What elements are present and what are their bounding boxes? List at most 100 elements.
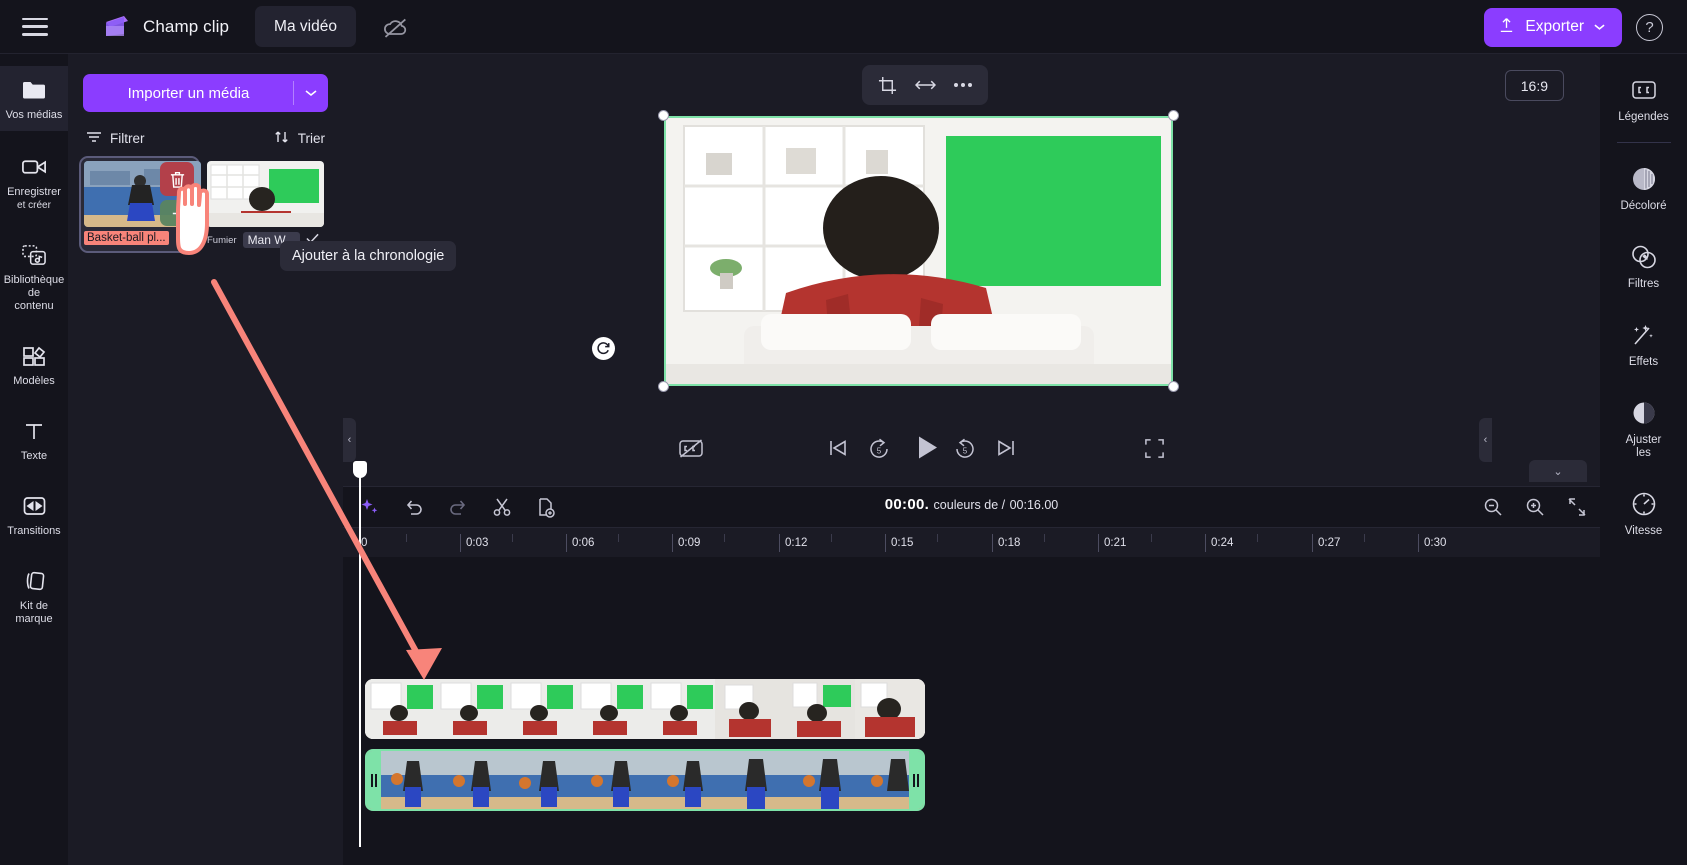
- media-item-basketball[interactable]: Basket-ball pl...: [79, 156, 201, 253]
- filter-button[interactable]: Filtrer: [86, 130, 145, 147]
- project-name-tab[interactable]: Ma vidéo: [255, 6, 356, 47]
- zoom-out-icon[interactable]: [1480, 494, 1506, 520]
- timeline-expand-handle[interactable]: ⌄: [1529, 460, 1587, 482]
- clip-trim-handle-left[interactable]: [367, 751, 381, 809]
- right-properties-rail: Légendes Décoloré Filtres Effets Ajuster…: [1600, 54, 1687, 865]
- redo-icon[interactable]: [445, 494, 471, 520]
- ruler-tick: 0:12: [779, 534, 807, 552]
- fit-timeline-icon[interactable]: [1564, 494, 1590, 520]
- media-item-name: Basket-ball pl...: [84, 231, 195, 248]
- export-button[interactable]: Exporter: [1484, 7, 1622, 47]
- hamburger-icon[interactable]: [22, 17, 48, 36]
- ruler-tick-minor: [1151, 534, 1157, 542]
- timeline-playhead[interactable]: [353, 461, 367, 847]
- resize-handle-bottom-left[interactable]: [658, 381, 669, 392]
- chevron-down-icon[interactable]: [294, 74, 328, 112]
- ruler-tick: 0:27: [1312, 534, 1340, 552]
- more-horizontal-icon[interactable]: [946, 70, 980, 100]
- duplicate-icon[interactable]: [533, 494, 559, 520]
- right-item-vitesse[interactable]: Vitesse: [1600, 480, 1687, 548]
- crop-icon[interactable]: [870, 70, 904, 100]
- video-preview[interactable]: [658, 110, 1179, 392]
- ruler-tick: 0:03: [460, 534, 488, 552]
- templates-icon: [21, 343, 47, 369]
- content-library-icon: [21, 242, 48, 268]
- jump-to-start-button[interactable]: [823, 434, 853, 462]
- sidebar-item-modeles[interactable]: Modèles: [0, 332, 68, 397]
- rotate-icon[interactable]: [592, 337, 615, 360]
- resize-handle-top-right[interactable]: [1168, 110, 1179, 121]
- right-item-legendes[interactable]: Légendes: [1600, 66, 1687, 134]
- forward-5-seconds-button[interactable]: 5: [950, 434, 980, 462]
- ruler-tick: 0:06: [566, 534, 594, 552]
- collapse-left-panel-button[interactable]: ‹: [343, 418, 356, 462]
- top-bar: Champ clip Ma vidéo Exporter ?: [0, 0, 1687, 54]
- media-item-man-watching[interactable]: Fumier Man W...: [207, 161, 324, 248]
- timeline-clip-green-screen[interactable]: [365, 679, 925, 739]
- captions-off-icon[interactable]: [675, 434, 707, 462]
- ruler-tick: 0: [361, 537, 368, 549]
- right-item-decolore[interactable]: Décoloré: [1600, 155, 1687, 223]
- undo-icon[interactable]: [401, 494, 427, 520]
- sidebar-item-bibliotheque-de-contenu[interactable]: Bibliothèque de contenu: [0, 231, 68, 322]
- collapse-right-panel-button[interactable]: ‹: [1479, 418, 1492, 462]
- right-label-filtres: Filtres: [1627, 278, 1660, 290]
- plus-icon[interactable]: [160, 200, 194, 226]
- upload-icon: [1498, 16, 1515, 39]
- trash-icon[interactable]: [160, 162, 194, 196]
- timeline-ruler[interactable]: 0 0:03 0:06 0:09 0:12 0:15 0:18 0:21 0:2…: [343, 527, 1600, 557]
- filter-label: Filtrer: [110, 131, 145, 146]
- resize-handle-bottom-right[interactable]: [1168, 381, 1179, 392]
- scissors-icon[interactable]: [489, 494, 515, 520]
- sort-button[interactable]: Trier: [274, 130, 325, 147]
- folder-icon: [21, 77, 47, 103]
- right-label-effets: Effets: [1628, 356, 1659, 368]
- right-label-decolore: Décoloré: [1620, 200, 1667, 212]
- right-item-ajuster-les[interactable]: Ajuster les: [1600, 389, 1687, 470]
- timeline-time-readout: 00:00. couleurs de / 00:16.00: [343, 496, 1600, 514]
- zoom-in-icon[interactable]: [1522, 494, 1548, 520]
- play-button[interactable]: [910, 430, 946, 464]
- sidebar-item-kit-de-marque[interactable]: Kit de marque: [0, 557, 68, 635]
- captions-cc-icon: [1631, 76, 1657, 104]
- text-icon: [23, 418, 45, 444]
- jump-to-end-button[interactable]: [991, 434, 1021, 462]
- timeline-clip-basketball[interactable]: [365, 749, 925, 811]
- playhead-knob[interactable]: [353, 461, 367, 478]
- resize-handle-top-left[interactable]: [658, 110, 669, 121]
- media-grid: Basket-ball pl... Fumier Man W...: [68, 147, 343, 253]
- clip-filmstrip: [367, 751, 923, 809]
- brand-kit-icon: [22, 568, 47, 594]
- adjust-contrast-icon: [1631, 399, 1657, 427]
- video-frame: [664, 116, 1173, 386]
- rewind-5-seconds-button[interactable]: 5: [864, 434, 894, 462]
- preview-stage: 16:9 5 5: [343, 54, 1600, 486]
- clip-trim-handle-right[interactable]: [909, 751, 923, 809]
- ruler-tick-minor: [406, 534, 412, 542]
- fullscreen-icon[interactable]: [1139, 434, 1169, 462]
- cloud-off-icon[interactable]: [382, 13, 410, 41]
- help-circle-icon[interactable]: ?: [1636, 13, 1663, 41]
- ruler-tick: 0:21: [1098, 534, 1126, 552]
- sidebar-item-transitions[interactable]: Transitions: [0, 482, 68, 547]
- right-item-filtres[interactable]: Filtres: [1600, 233, 1687, 301]
- preview-floating-toolbar: [862, 65, 988, 105]
- ruler-tick-minor: [512, 534, 518, 542]
- sidebar-item-enregistrer-et-creer[interactable]: Enregistrer et créer: [0, 143, 68, 221]
- sidebar-item-texte[interactable]: Texte: [0, 407, 68, 472]
- rail-divider: [1616, 142, 1671, 143]
- current-time: 00:00.: [884, 496, 930, 513]
- right-item-effets[interactable]: Effets: [1600, 311, 1687, 379]
- aspect-ratio-button[interactable]: 16:9: [1504, 70, 1564, 101]
- filters-icon: [1630, 243, 1658, 271]
- ruler-tick-minor: [937, 534, 943, 542]
- brand-name: Champ clip: [143, 16, 230, 36]
- line1: Enregistrer: [7, 186, 61, 198]
- line2: les: [1636, 447, 1651, 459]
- flip-horizontal-icon[interactable]: [908, 70, 942, 100]
- svg-text:5: 5: [877, 446, 882, 455]
- import-media-button[interactable]: Importer un média: [83, 74, 294, 112]
- timeline-zoom-controls: [1480, 494, 1590, 520]
- sidebar-item-vos-medias[interactable]: Vos médias: [0, 66, 68, 131]
- timeline-toolbar: 00:00. couleurs de / 00:16.00: [343, 487, 1600, 527]
